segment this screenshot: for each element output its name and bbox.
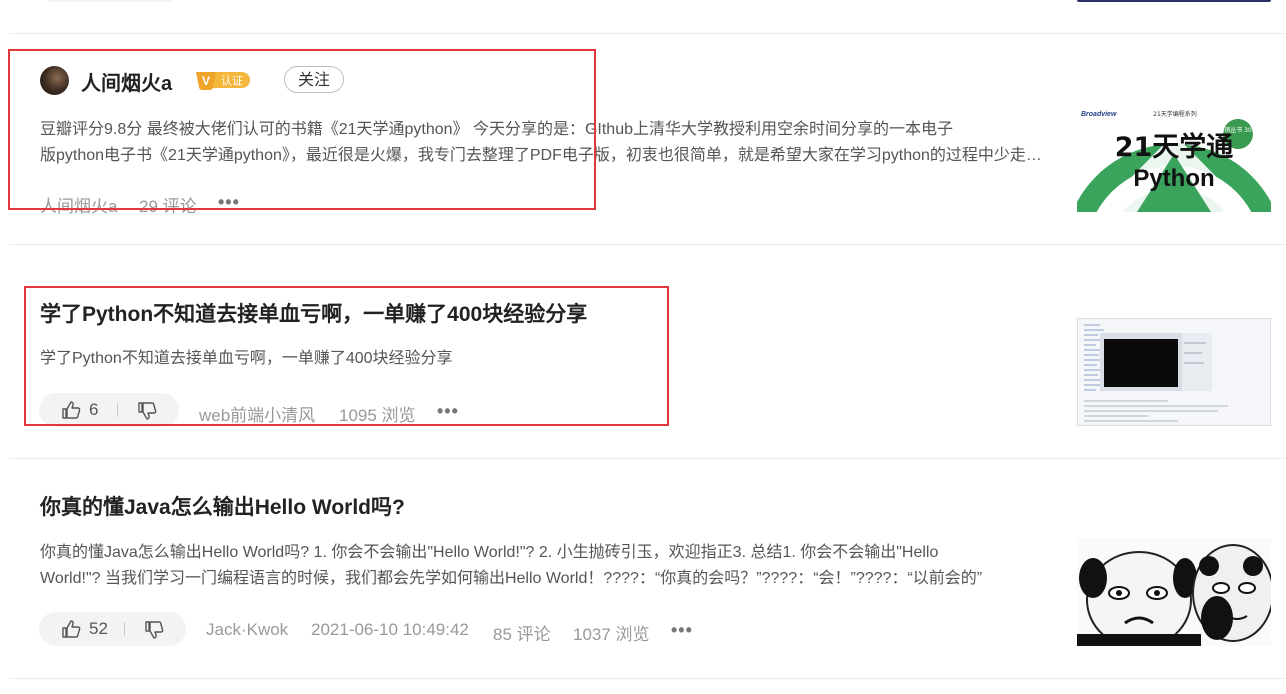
summary-line: 你真的懂Java怎么输出Hello World吗? 1. 你会不会输出"Hell… — [40, 544, 939, 561]
summary-line: World!"? 当我们学习一门编程语言的时候，我们都会先学如何输出Hello … — [40, 570, 983, 587]
svg-text:21天学编程系列: 21天学编程系列 — [1153, 110, 1197, 118]
thumbs-down-icon[interactable] — [144, 621, 164, 639]
view-count: 1037 浏览 — [573, 625, 650, 644]
svg-text:Broadview: Broadview — [1081, 111, 1117, 118]
previous-item-thumbnail[interactable] — [1077, 0, 1271, 2]
highlight-box — [24, 286, 669, 426]
article-thumbnail[interactable] — [1077, 538, 1271, 646]
comment-count[interactable]: 85 评论 — [493, 620, 551, 645]
thumbs-up-icon[interactable] — [61, 620, 81, 638]
like-count: 52 — [89, 619, 108, 638]
article-summary[interactable]: 你真的懂Java怎么输出Hello World吗? 1. 你会不会输出"Hell… — [40, 540, 1034, 592]
article-title[interactable]: 你真的懂Java怎么输出Hello World吗? — [40, 491, 405, 521]
more-options-icon[interactable]: ••• — [671, 620, 693, 641]
divider — [9, 678, 1286, 679]
divider — [9, 458, 1286, 459]
code-screenshot-image — [1078, 319, 1270, 425]
svg-text:Python: Python — [1133, 165, 1214, 192]
article-thumbnail[interactable]: 畅销丛书 30万 Broadview 21天学编程系列 21天学通 Python — [1077, 104, 1271, 212]
vote-pill: 52 — [39, 612, 186, 646]
vote-separator — [124, 622, 125, 636]
article-thumbnail[interactable] — [1077, 318, 1271, 426]
svg-text:21天学通: 21天学通 — [1115, 131, 1234, 163]
publish-date: 2021-06-10 10:49:42 — [311, 620, 469, 639]
previous-item-vote-pill[interactable] — [45, 0, 175, 2]
highlight-box — [8, 49, 596, 210]
divider — [9, 244, 1286, 245]
divider — [9, 33, 1286, 34]
meme-image — [1077, 538, 1271, 646]
author-link[interactable]: Jack·Kwok — [206, 620, 288, 640]
book-cover-image: 畅销丛书 30万 Broadview 21天学编程系列 21天学通 Python — [1077, 110, 1271, 212]
